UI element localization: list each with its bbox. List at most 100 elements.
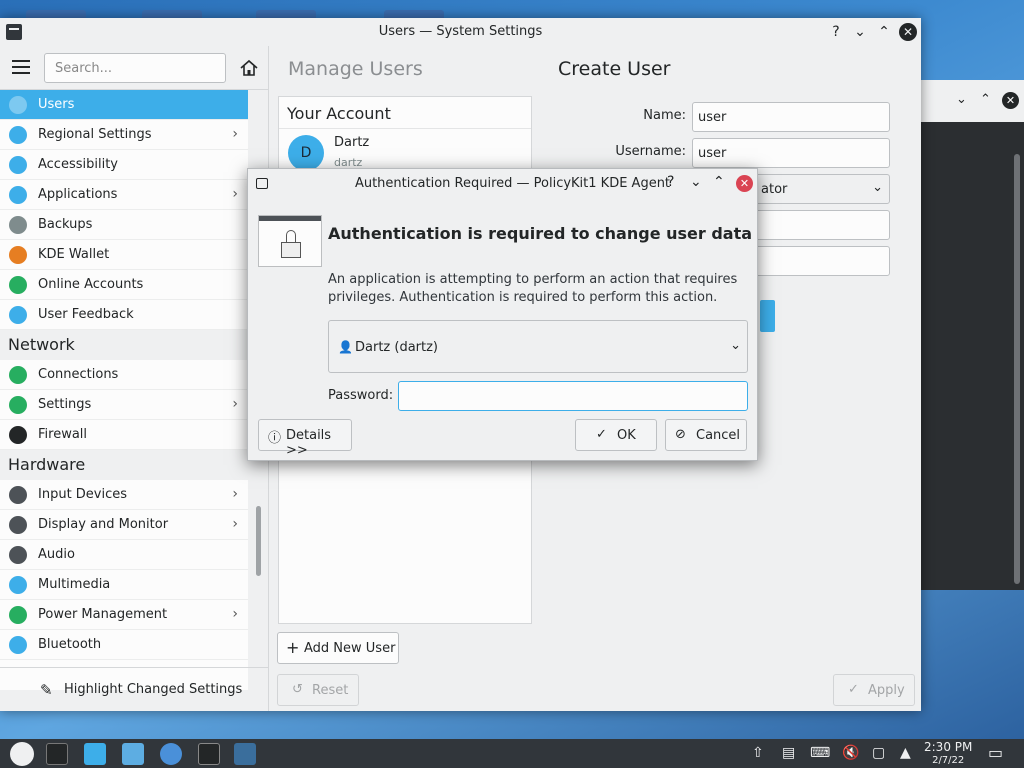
- discover-store-icon[interactable]: [84, 743, 106, 765]
- user-icon: 👤: [338, 340, 353, 354]
- sidebar-item-users[interactable]: Users: [0, 90, 248, 120]
- check-icon: ✓: [848, 682, 859, 697]
- sidebar-item-settings[interactable]: Settings ›: [0, 390, 248, 420]
- bg-maximize-icon[interactable]: ⌃: [980, 92, 991, 107]
- sidebar-item-label: Audio: [38, 547, 75, 562]
- network-settings-icon: [9, 396, 27, 414]
- sidebar-item-firewall[interactable]: Firewall: [0, 420, 248, 450]
- chevron-right-icon: ›: [232, 516, 238, 532]
- clock-date: 2/7/22: [932, 755, 965, 766]
- file-manager-icon[interactable]: [122, 743, 144, 765]
- dialog-minimize-button[interactable]: ⌄: [690, 174, 702, 190]
- wallet-icon: [9, 246, 27, 264]
- dialog-help-button[interactable]: ?: [667, 174, 674, 190]
- sidebar-item-display-and-monitor[interactable]: Display and Monitor ›: [0, 510, 248, 540]
- volume-muted-icon[interactable]: 🔇: [842, 745, 859, 761]
- undo-icon: ↺: [292, 682, 303, 697]
- sidebar-item-user-feedback[interactable]: User Feedback: [0, 300, 248, 330]
- highlight-changed-settings-button[interactable]: ✎ Highlight Changed Settings: [0, 667, 269, 711]
- sidebar-item-label: Settings: [38, 397, 92, 412]
- page-title: Create User: [558, 58, 671, 80]
- highlight-pen-icon: ✎: [40, 681, 53, 699]
- chevron-right-icon: ›: [232, 186, 238, 202]
- sidebar-item-input-devices[interactable]: Input Devices ›: [0, 480, 248, 510]
- padlock-icon: [258, 215, 322, 267]
- chevron-down-icon: ⌄: [872, 180, 883, 195]
- window-titlebar[interactable]: Users — System Settings ? ⌄ ⌃ ✕: [0, 18, 921, 46]
- sidebar-item-kde-wallet[interactable]: KDE Wallet: [0, 240, 248, 270]
- monitor-icon: [9, 516, 27, 534]
- info-icon: ⓘ: [268, 431, 282, 446]
- hamburger-menu-icon[interactable]: [12, 60, 30, 74]
- auth-dialog-task-icon[interactable]: [234, 743, 256, 765]
- tray-expand-icon[interactable]: ▲: [900, 745, 911, 761]
- sidebar-item-bluetooth[interactable]: Bluetooth: [0, 630, 248, 660]
- apply-button[interactable]: ✓ Apply: [833, 674, 915, 706]
- clipboard-icon[interactable]: ▤: [782, 745, 795, 761]
- user-select[interactable]: 👤 Dartz (dartz) ⌄: [328, 320, 748, 373]
- account-name[interactable]: Dartz: [334, 135, 369, 150]
- feedback-icon: [9, 306, 27, 324]
- system-settings-task-icon[interactable]: [46, 743, 68, 765]
- sidebar-item-connections[interactable]: Connections: [0, 360, 248, 390]
- updates-icon[interactable]: ⇧: [752, 745, 764, 761]
- network-icon[interactable]: ▢: [872, 745, 885, 761]
- search-input[interactable]: Search...: [44, 53, 226, 83]
- sidebar-item-label: Input Devices: [38, 487, 128, 502]
- details-label: Details >>: [286, 428, 332, 458]
- dialog-titlebar[interactable]: Authentication Required — PolicyKit1 KDE…: [248, 169, 757, 199]
- reset-button[interactable]: ↺ Reset: [277, 674, 359, 706]
- sidebar-item-regional-settings[interactable]: Regional Settings ›: [0, 120, 248, 150]
- dialog-maximize-button[interactable]: ⌃: [713, 174, 725, 190]
- chevron-down-icon: ⌄: [730, 338, 741, 353]
- sidebar-item-audio[interactable]: Audio: [0, 540, 248, 570]
- sidebar-item-label: Accessibility: [38, 157, 118, 172]
- sidebar-item-label: Applications: [38, 187, 118, 202]
- check-icon: ✓: [596, 427, 607, 442]
- taskbar: ⇧ ▤ ⌨ 🔇 ▢ ▲ 2:30 PM 2/7/22 ▭: [0, 739, 1024, 768]
- create-button[interactable]: [760, 300, 775, 332]
- application-launcher-icon[interactable]: [10, 742, 34, 766]
- plus-icon: +: [286, 638, 300, 657]
- show-desktop-icon[interactable]: ▭: [988, 743, 1003, 762]
- minimize-button[interactable]: ⌄: [850, 22, 870, 42]
- add-new-user-button[interactable]: + Add New User: [277, 632, 399, 664]
- terminal-icon[interactable]: [198, 743, 220, 765]
- sidebar: Search... Users Regional Settings › Accessi…: [0, 46, 269, 711]
- sidebar-item-power-management[interactable]: Power Management ›: [0, 600, 248, 630]
- ok-button[interactable]: ✓ OK: [575, 419, 657, 451]
- backup-icon: [9, 216, 27, 234]
- flag-icon: [9, 126, 27, 144]
- help-button[interactable]: ?: [826, 22, 846, 42]
- ok-label: OK: [617, 428, 636, 443]
- sidebar-item-online-accounts[interactable]: Online Accounts: [0, 270, 248, 300]
- keyboard-layout-icon[interactable]: ⌨: [810, 745, 830, 761]
- details-button[interactable]: ⓘ Details >>: [258, 419, 352, 458]
- sidebar-item-multimedia[interactable]: Multimedia: [0, 570, 248, 600]
- sidebar-item-applications[interactable]: Applications ›: [0, 180, 248, 210]
- dialog-title: Authentication Required — PolicyKit1 KDE…: [354, 176, 671, 191]
- breadcrumb-manage-users[interactable]: Manage Users: [288, 58, 423, 80]
- sidebar-item-accessibility[interactable]: Accessibility: [0, 150, 248, 180]
- section-hardware: Hardware: [0, 450, 248, 480]
- bg-close-icon[interactable]: ✕: [1002, 92, 1019, 109]
- maximize-button[interactable]: ⌃: [874, 22, 894, 42]
- close-button[interactable]: ✕: [899, 23, 917, 41]
- bg-minimize-icon[interactable]: ⌄: [956, 92, 967, 107]
- browser-icon[interactable]: [160, 743, 182, 765]
- section-hardware-label: Hardware: [8, 455, 86, 474]
- dialog-message: An application is attempting to perform …: [328, 272, 738, 305]
- avatar[interactable]: D: [288, 135, 324, 171]
- chevron-right-icon: ›: [232, 486, 238, 502]
- username-field[interactable]: user: [692, 138, 890, 168]
- home-icon[interactable]: [238, 58, 260, 78]
- sidebar-item-label: Backups: [38, 217, 93, 232]
- cancel-button[interactable]: ⊘ Cancel: [665, 419, 747, 451]
- sidebar-item-backups[interactable]: Backups: [0, 210, 248, 240]
- user-select-value: Dartz (dartz): [355, 340, 439, 355]
- dialog-close-button[interactable]: ✕: [736, 175, 753, 192]
- sidebar-scrollbar[interactable]: [256, 506, 261, 576]
- password-input[interactable]: [398, 381, 748, 411]
- name-field[interactable]: user: [692, 102, 890, 132]
- clock[interactable]: 2:30 PM 2/7/22: [924, 741, 972, 767]
